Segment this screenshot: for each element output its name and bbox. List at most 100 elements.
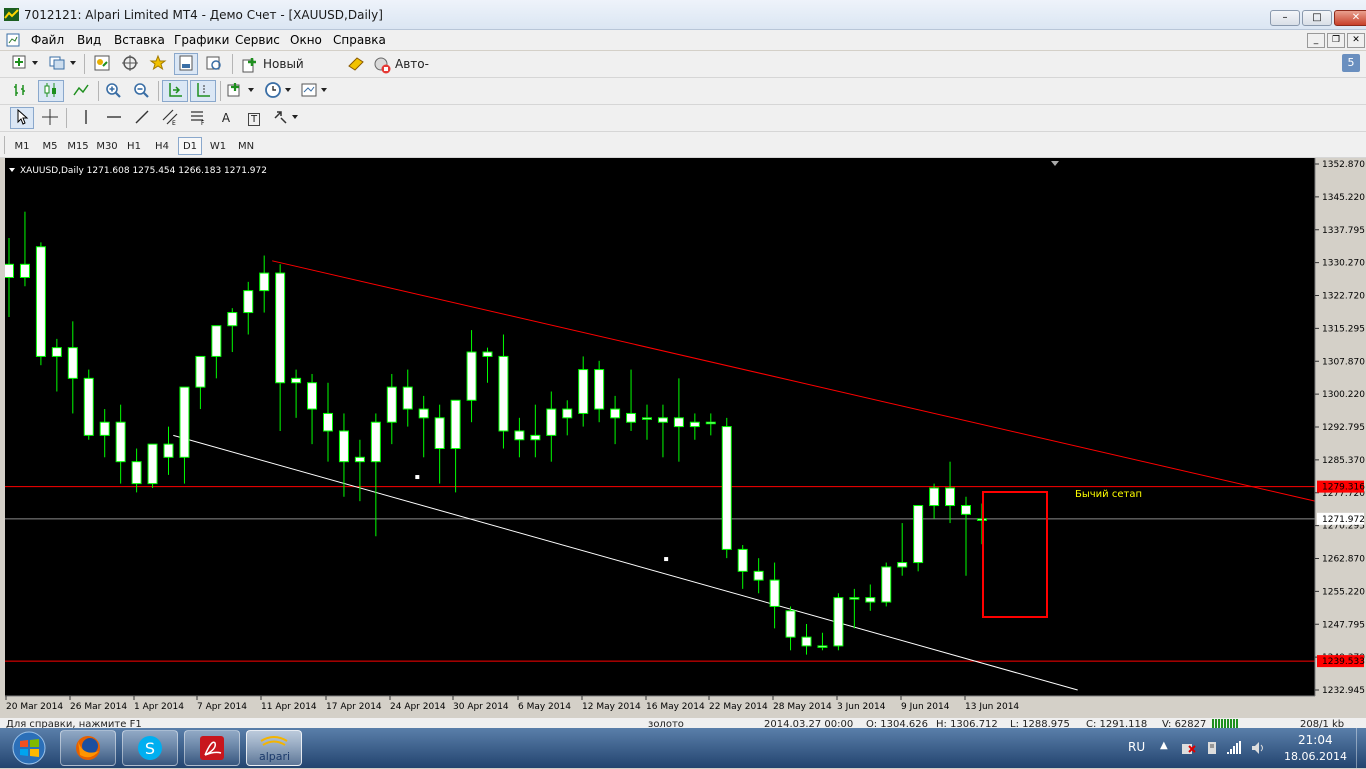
auto-scroll-button[interactable] xyxy=(162,80,188,102)
candle-body[interactable] xyxy=(243,290,254,314)
candle-body[interactable] xyxy=(386,386,397,423)
candle-body[interactable] xyxy=(769,579,780,607)
chart-shift-button[interactable] xyxy=(190,80,216,102)
menu-help[interactable]: Справка xyxy=(333,33,386,47)
candle-body[interactable] xyxy=(211,325,222,357)
new-order-button[interactable]: Новый Ордер xyxy=(238,53,340,91)
chart-plot-area[interactable] xyxy=(5,158,1315,696)
timeframe-h4[interactable]: H4 xyxy=(150,137,174,155)
candle-body[interactable] xyxy=(179,386,190,458)
close-button[interactable]: ✕ xyxy=(1334,10,1366,26)
terminal-button[interactable] xyxy=(174,53,198,75)
crosshair-button[interactable] xyxy=(38,107,62,129)
candle-body[interactable] xyxy=(929,487,940,507)
menu-tools[interactable]: Сервис xyxy=(235,33,280,47)
candle-body[interactable] xyxy=(626,412,637,423)
candle-body[interactable] xyxy=(705,421,716,425)
candle-body[interactable] xyxy=(881,566,892,603)
timeframe-w1[interactable]: W1 xyxy=(206,137,230,155)
trendline-anchor[interactable] xyxy=(415,475,420,480)
favorites-button[interactable] xyxy=(146,53,170,75)
equidistant-channel-button[interactable]: E xyxy=(158,107,182,129)
candle-body[interactable] xyxy=(642,417,652,420)
mdi-restore-button[interactable]: ❐ xyxy=(1327,33,1345,48)
candle-body[interactable] xyxy=(259,272,270,292)
candle-body[interactable] xyxy=(131,461,142,485)
connection-status-icon[interactable] xyxy=(1212,719,1238,728)
candle-body[interactable] xyxy=(370,421,381,463)
candle-body[interactable] xyxy=(976,518,987,521)
candle-body[interactable] xyxy=(354,456,365,463)
horizontal-line-button[interactable] xyxy=(102,107,126,129)
candle-body[interactable] xyxy=(195,355,206,388)
candle-body[interactable] xyxy=(323,412,333,432)
menu-charts[interactable]: Графики xyxy=(174,33,229,47)
menu-insert[interactable]: Вставка xyxy=(114,33,165,47)
candle-body[interactable] xyxy=(83,377,94,436)
language-indicator[interactable]: RU xyxy=(1128,740,1145,754)
network-signal-icon[interactable] xyxy=(1226,740,1242,756)
usb-device-icon[interactable] xyxy=(1204,740,1220,756)
candle-body[interactable] xyxy=(291,377,302,384)
notifications-badge[interactable]: 5 xyxy=(1342,54,1360,72)
action-center-icon[interactable] xyxy=(1180,740,1196,756)
taskbar-alpari-mt4[interactable]: alpari xyxy=(246,730,302,766)
auto-trading-button[interactable]: Авто-торговля xyxy=(370,53,480,91)
candle-body[interactable] xyxy=(466,351,477,401)
maximize-button[interactable]: □ xyxy=(1302,10,1332,26)
taskbar-firefox[interactable] xyxy=(60,730,116,766)
candle-body[interactable] xyxy=(450,399,461,450)
candle-body[interactable] xyxy=(115,421,126,463)
candle-body[interactable] xyxy=(307,382,318,410)
mdi-close-button[interactable]: ✕ xyxy=(1347,33,1365,48)
show-desktop-button[interactable] xyxy=(1356,728,1366,768)
candle-body[interactable] xyxy=(945,487,956,507)
candle-body[interactable] xyxy=(753,570,764,581)
candle-body[interactable] xyxy=(865,597,876,603)
candle-body[interactable] xyxy=(482,351,493,357)
candle-body[interactable] xyxy=(514,430,525,441)
candle-body[interactable] xyxy=(562,408,573,419)
chart-window[interactable]: 1352.870 1345.220 1337.795 1330.270 1322.720… xyxy=(4,158,1366,718)
candle-body[interactable] xyxy=(498,355,509,432)
candle-body[interactable] xyxy=(817,645,828,648)
candle-body[interactable] xyxy=(737,548,748,572)
market-watch-button[interactable] xyxy=(90,53,114,75)
candle-body[interactable] xyxy=(578,369,589,414)
candle-body[interactable] xyxy=(4,263,14,278)
candle-body[interactable] xyxy=(51,347,62,357)
candle-body[interactable] xyxy=(657,417,668,423)
zoom-in-button[interactable] xyxy=(100,80,126,102)
candle-body[interactable] xyxy=(689,421,700,428)
timeframe-h1[interactable]: H1 xyxy=(122,137,146,155)
candle-body[interactable] xyxy=(418,408,429,419)
taskbar-acrobat[interactable] xyxy=(184,730,240,766)
line-chart-button[interactable] xyxy=(68,80,94,102)
trendline-button[interactable] xyxy=(130,107,154,129)
profiles-button[interactable] xyxy=(46,53,80,75)
navigator-button[interactable] xyxy=(118,53,142,75)
templates-button[interactable] xyxy=(298,80,332,102)
taskbar-skype[interactable]: S xyxy=(122,730,178,766)
timeframe-d1[interactable]: D1 xyxy=(178,137,202,155)
candle-body[interactable] xyxy=(801,636,812,647)
timeframe-m5[interactable]: M5 xyxy=(38,137,62,155)
candle-body[interactable] xyxy=(785,610,796,638)
candle-body[interactable] xyxy=(833,597,844,647)
candle-body[interactable] xyxy=(147,443,158,485)
volume-icon[interactable] xyxy=(1250,740,1266,756)
trendline-anchor[interactable] xyxy=(664,557,669,562)
candle-body[interactable] xyxy=(19,263,30,278)
vertical-line-button[interactable] xyxy=(74,107,98,129)
zoom-out-button[interactable] xyxy=(128,80,154,102)
clock-date[interactable]: 18.06.2014 xyxy=(1284,750,1347,763)
mdi-minimize-button[interactable]: _ xyxy=(1307,33,1325,48)
price-chart[interactable]: 1352.870 1345.220 1337.795 1330.270 1322.720… xyxy=(4,158,1366,718)
candle-body[interactable] xyxy=(402,386,413,410)
candle-body[interactable] xyxy=(610,408,621,419)
candle-body[interactable] xyxy=(99,421,110,436)
metaeditor-button[interactable] xyxy=(344,53,368,75)
text-tool-button[interactable]: A xyxy=(214,107,238,129)
timeframe-mn[interactable]: MN xyxy=(234,137,258,155)
menu-window[interactable]: Окно xyxy=(290,33,322,47)
